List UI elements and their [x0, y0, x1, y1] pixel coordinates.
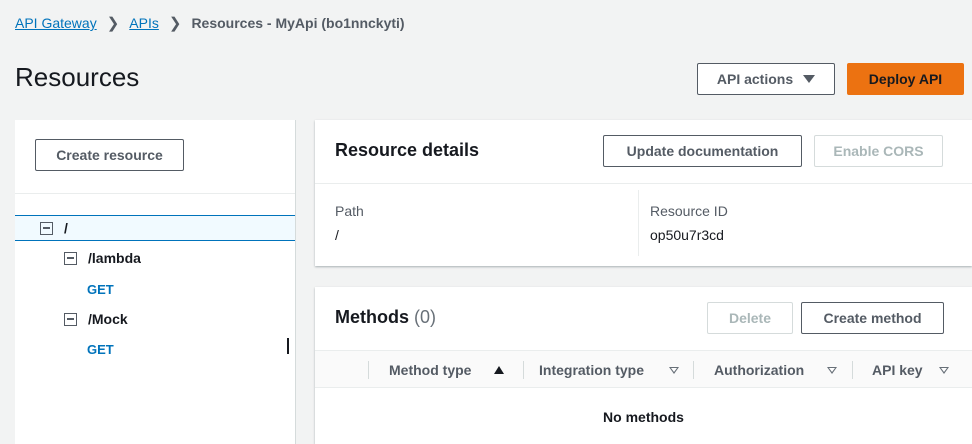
api-actions-dropdown-button[interactable]: API actions	[697, 63, 835, 95]
breadcrumb-apis-link[interactable]: APIs	[129, 15, 159, 31]
tree-item-mock-get[interactable]: GET	[87, 340, 114, 358]
methods-title-text: Methods	[335, 307, 409, 327]
divider	[315, 183, 972, 184]
tree-item-label: /	[64, 220, 68, 236]
divider	[638, 190, 639, 256]
tree-item-lambda-get[interactable]: GET	[87, 280, 114, 298]
tree-item-label: /lambda	[88, 250, 141, 266]
enable-cors-button: Enable CORS	[814, 135, 943, 167]
path-value: /	[335, 227, 339, 243]
column-header-api-key[interactable]: API key	[872, 351, 923, 389]
collapse-icon[interactable]	[40, 221, 53, 235]
tree-item-lambda[interactable]: /lambda	[64, 249, 141, 267]
column-label: Integration type	[539, 362, 645, 378]
methods-title: Methods (0)	[335, 307, 436, 328]
column-label: Authorization	[714, 362, 805, 378]
method-label: GET	[87, 281, 114, 297]
column-separator	[693, 361, 694, 379]
resource-details-panel: Resource details Update documentation En…	[315, 120, 972, 266]
create-resource-button[interactable]: Create resource	[35, 139, 184, 171]
column-separator	[852, 361, 853, 379]
sort-icon[interactable]	[939, 367, 949, 374]
resource-details-title: Resource details	[335, 140, 480, 160]
collapse-icon[interactable]	[64, 251, 77, 265]
column-header-integration-type[interactable]: Integration type	[539, 351, 644, 389]
resource-tree-panel: Create resource / /lambda GET /Mock GET	[15, 120, 296, 444]
chevron-right-icon: ❯	[168, 15, 182, 32]
resource-id-value: op50u7r3cd	[650, 227, 724, 243]
column-label: Method type	[389, 362, 472, 378]
empty-state-text: No methods	[603, 409, 684, 425]
caret-down-icon	[803, 75, 816, 83]
breadcrumb-api-gateway-link[interactable]: API Gateway	[15, 15, 97, 31]
tree-item-root[interactable]: /	[15, 215, 295, 241]
deploy-api-button[interactable]: Deploy API	[847, 63, 964, 95]
methods-count: (0)	[414, 307, 437, 327]
delete-method-button: Delete	[707, 302, 793, 334]
api-actions-label: API actions	[716, 71, 794, 87]
methods-table-header: Method type Integration type Authorizati…	[315, 350, 972, 388]
page-title: Resources	[15, 62, 140, 92]
column-header-authorization[interactable]: Authorization	[714, 351, 804, 389]
breadcrumb-current: Resources - MyApi (bo1nnckyti)	[191, 15, 405, 31]
methods-panel: Methods (0) Delete Create method Method …	[315, 287, 972, 444]
sort-icon[interactable]	[827, 367, 837, 374]
sort-icon[interactable]	[669, 367, 679, 374]
tree-item-mock[interactable]: /Mock	[64, 310, 128, 328]
resource-id-label: Resource ID	[650, 203, 728, 219]
chevron-right-icon: ❯	[106, 15, 120, 32]
tree-item-label: /Mock	[88, 311, 128, 327]
update-documentation-button[interactable]: Update documentation	[603, 135, 802, 167]
sort-ascending-icon[interactable]	[494, 366, 504, 374]
resize-handle[interactable]	[287, 338, 289, 354]
collapse-icon[interactable]	[64, 312, 77, 326]
divider	[15, 193, 295, 194]
breadcrumb: API Gateway ❯ APIs ❯ Resources - MyApi (…	[15, 14, 405, 32]
method-label: GET	[87, 341, 114, 357]
column-separator	[368, 361, 369, 379]
column-label: API key	[872, 362, 923, 378]
path-label: Path	[335, 203, 364, 219]
create-method-button[interactable]: Create method	[801, 302, 944, 334]
column-separator	[523, 361, 524, 379]
column-header-method-type[interactable]: Method type	[389, 351, 471, 389]
